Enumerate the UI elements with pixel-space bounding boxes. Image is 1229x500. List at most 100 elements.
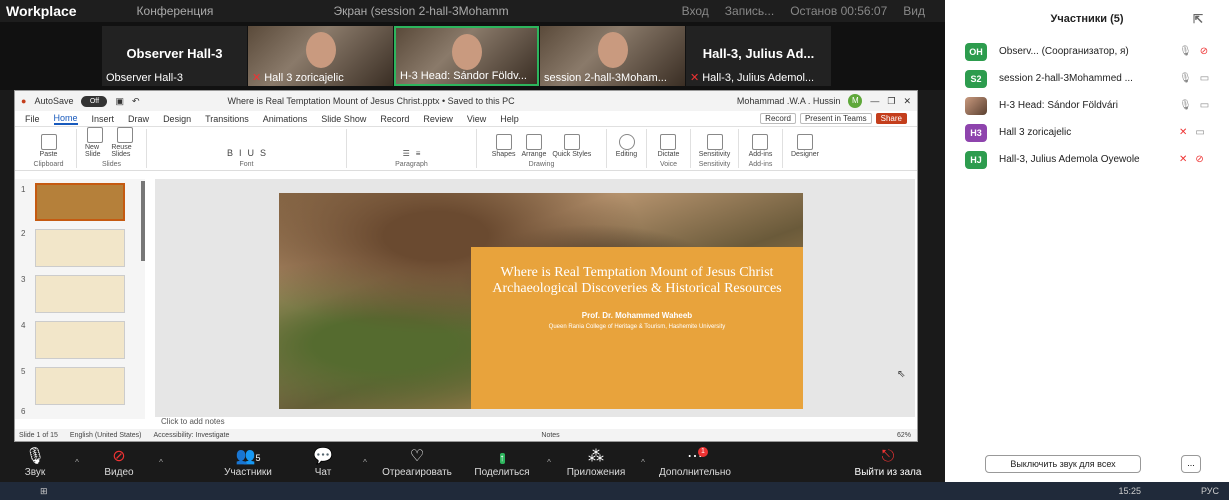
conference-label[interactable]: Конференция [137, 4, 214, 18]
undo-icon[interactable]: ↶ [132, 96, 140, 107]
video-tile-observer[interactable]: Observer Hall-3 Observer Hall-3 [102, 26, 247, 86]
chevron-up-icon[interactable]: ^ [70, 458, 84, 467]
share-screen-icon: ↑ [499, 452, 505, 464]
menu-insert[interactable]: Insert [92, 114, 115, 124]
chevron-up-icon[interactable]: ^ [154, 458, 168, 467]
topbar-item-0[interactable]: Вход [682, 4, 709, 18]
mouse-pointer-icon: ⇖ [897, 369, 906, 380]
meeting-topbar: Workplace Конференция Экран (session 2-h… [0, 0, 945, 22]
popout-icon[interactable]: ⇱ [1193, 12, 1203, 26]
menu-transitions[interactable]: Transitions [205, 114, 249, 124]
topbar-item-3[interactable]: Вид [903, 4, 925, 18]
participant-row[interactable]: HJ Hall-3, Julius Ademola Oyewole ✕ ⊘ [945, 146, 1229, 173]
language-indicator[interactable]: РУС [1201, 486, 1219, 496]
close-icon[interactable]: ✕ [903, 96, 911, 107]
user-name[interactable]: Mohammad .W.A . Hussin [737, 96, 841, 106]
ppt-statusbar: Slide 1 of 15 English (United States) Ac… [15, 429, 917, 441]
slide-thumb-2[interactable] [35, 229, 125, 267]
thumbnail-scrollbar[interactable] [141, 181, 145, 261]
ribbon-group-addins: Add-ins Add-ins [739, 129, 783, 168]
menu-animations[interactable]: Animations [263, 114, 308, 124]
leave-label: Выйти из зала [854, 466, 922, 478]
more-options-button[interactable]: ... [1181, 455, 1201, 473]
menu-slide-show[interactable]: Slide Show [321, 114, 366, 124]
video-button[interactable]: ⊘ Видео [84, 447, 154, 478]
participant-row[interactable]: H-3 Head: Sándor Földvári 🎙 ▭ [945, 92, 1229, 119]
participant-row[interactable]: H3 Hall 3 zoricajelic ✕ ▭ [945, 119, 1229, 146]
notes-button[interactable]: Notes [541, 432, 559, 439]
mic-muted-icon: ✕ [1179, 154, 1188, 165]
present-in-teams-button[interactable]: Present in Teams [799, 113, 872, 124]
ribbon-group-sensitivity: Sensitivity Sensitivity [691, 129, 739, 168]
paste-button[interactable]: Paste [40, 134, 57, 158]
shapes-button[interactable]: Shapes [492, 134, 515, 158]
dictate-button[interactable]: Dictate [658, 134, 679, 158]
user-avatar[interactable]: M [848, 94, 863, 108]
menu-draw[interactable]: Draw [128, 114, 149, 124]
slide-editing-area[interactable]: Where is Real Temptation Mount of Jesus … [155, 179, 915, 417]
designer-button[interactable]: Designer [791, 134, 819, 158]
restore-icon[interactable]: ❐ [887, 96, 895, 107]
slide-thumb-3[interactable] [35, 275, 125, 313]
editing-button[interactable]: Editing [616, 134, 637, 158]
chat-button[interactable]: 💬 Чат [288, 447, 358, 478]
share-button[interactable]: Share [875, 113, 907, 124]
video-tile-zoricajelic[interactable]: ✕ Hall 3 zoricajelic [248, 26, 393, 86]
menu-record[interactable]: Record [380, 114, 409, 124]
topbar-item-1[interactable]: Запись... [725, 4, 774, 18]
record-button[interactable]: Record [760, 113, 796, 124]
start-icon[interactable]: ⊞ [40, 486, 48, 497]
tile-caption: Observer Hall-3 [106, 72, 184, 84]
minimize-icon[interactable]: — [870, 96, 879, 106]
arrange-button[interactable]: Arrange [521, 134, 546, 158]
addins-button[interactable]: Add-ins [749, 134, 772, 158]
file-name[interactable]: Where is Real Temptation Mount of Jesus … [228, 96, 515, 106]
video-tile-session2[interactable]: session 2-hall-3Moham... [540, 26, 685, 86]
menu-design[interactable]: Design [163, 114, 191, 124]
menu-help[interactable]: Help [500, 114, 519, 124]
new-slide-button[interactable]: New Slide [85, 127, 105, 158]
video-tile-julius[interactable]: Hall-3, Julius Ad... ✕ Hall-3, Julius Ade… [686, 26, 831, 86]
react-button[interactable]: ♡ Отреагировать [372, 447, 462, 478]
reuse-slides-button[interactable]: Reuse Slides [111, 127, 138, 158]
quick-styles-button[interactable]: Quick Styles [552, 134, 591, 158]
menu-file[interactable]: File [25, 114, 40, 124]
menu-home[interactable]: Home [53, 113, 78, 125]
language-status[interactable]: English (United States) [70, 432, 142, 439]
video-thumbnail-strip: Observer Hall-3 Observer Hall-3 ✕ Hall 3 … [0, 22, 945, 90]
topbar-item-2[interactable]: Останов 00:56:07 [790, 4, 887, 18]
participant-row[interactable]: OH Observ... (Соорганизатор, я) 🎙 ⊘ [945, 38, 1229, 65]
apps-button[interactable]: ⁂ Приложения [556, 447, 636, 478]
accessibility-status[interactable]: Accessibility: Investigate [154, 432, 230, 439]
more-button[interactable]: ⋯ 1 Дополнительно [650, 446, 740, 478]
participant-row[interactable]: S2 session 2-hall-3Mohammed ... 🎙 ▭ [945, 65, 1229, 92]
slide-thumb-1[interactable] [35, 183, 125, 221]
sensitivity-button[interactable]: Sensitivity [699, 134, 730, 158]
chevron-up-icon[interactable]: ^ [358, 458, 372, 467]
participants-button[interactable]: 👥5 Участники [208, 447, 288, 478]
title-box[interactable]: Where is Real Temptation Mount of Jesus … [471, 247, 803, 409]
underline-button[interactable]: U [248, 148, 255, 158]
chevron-up-icon[interactable]: ^ [636, 458, 650, 467]
bullets-icon[interactable]: ☰ [403, 149, 410, 158]
strike-button[interactable]: S [260, 148, 266, 158]
bold-button[interactable]: B [227, 148, 233, 158]
notes-pane[interactable]: Click to add notes [155, 417, 915, 429]
align-icon[interactable]: ≡ [416, 149, 421, 158]
slide-thumb-4[interactable] [35, 321, 125, 359]
leave-button[interactable]: ⎋ Выйти из зала [843, 447, 933, 478]
zoom-level[interactable]: 62% [897, 432, 911, 439]
share-screen-button[interactable]: ↑ Поделиться [462, 447, 542, 478]
chevron-up-icon[interactable]: ^ [542, 458, 556, 467]
video-tile-head[interactable]: H-3 Head: Sándor Földv... [394, 26, 539, 86]
panel-header: Участники (5) ⇱ [945, 0, 1229, 38]
slide-thumb-5[interactable] [35, 367, 125, 405]
menu-view[interactable]: View [467, 114, 486, 124]
italic-button[interactable]: I [239, 148, 242, 158]
current-slide[interactable]: Where is Real Temptation Mount of Jesus … [279, 193, 803, 409]
menu-review[interactable]: Review [423, 114, 453, 124]
autosave-toggle[interactable]: Off [81, 95, 108, 107]
save-icon[interactable]: ▣ [115, 96, 124, 107]
audio-button[interactable]: 🎙 Звук [0, 447, 70, 478]
mute-all-button[interactable]: Выключить звук для всех [985, 455, 1141, 473]
